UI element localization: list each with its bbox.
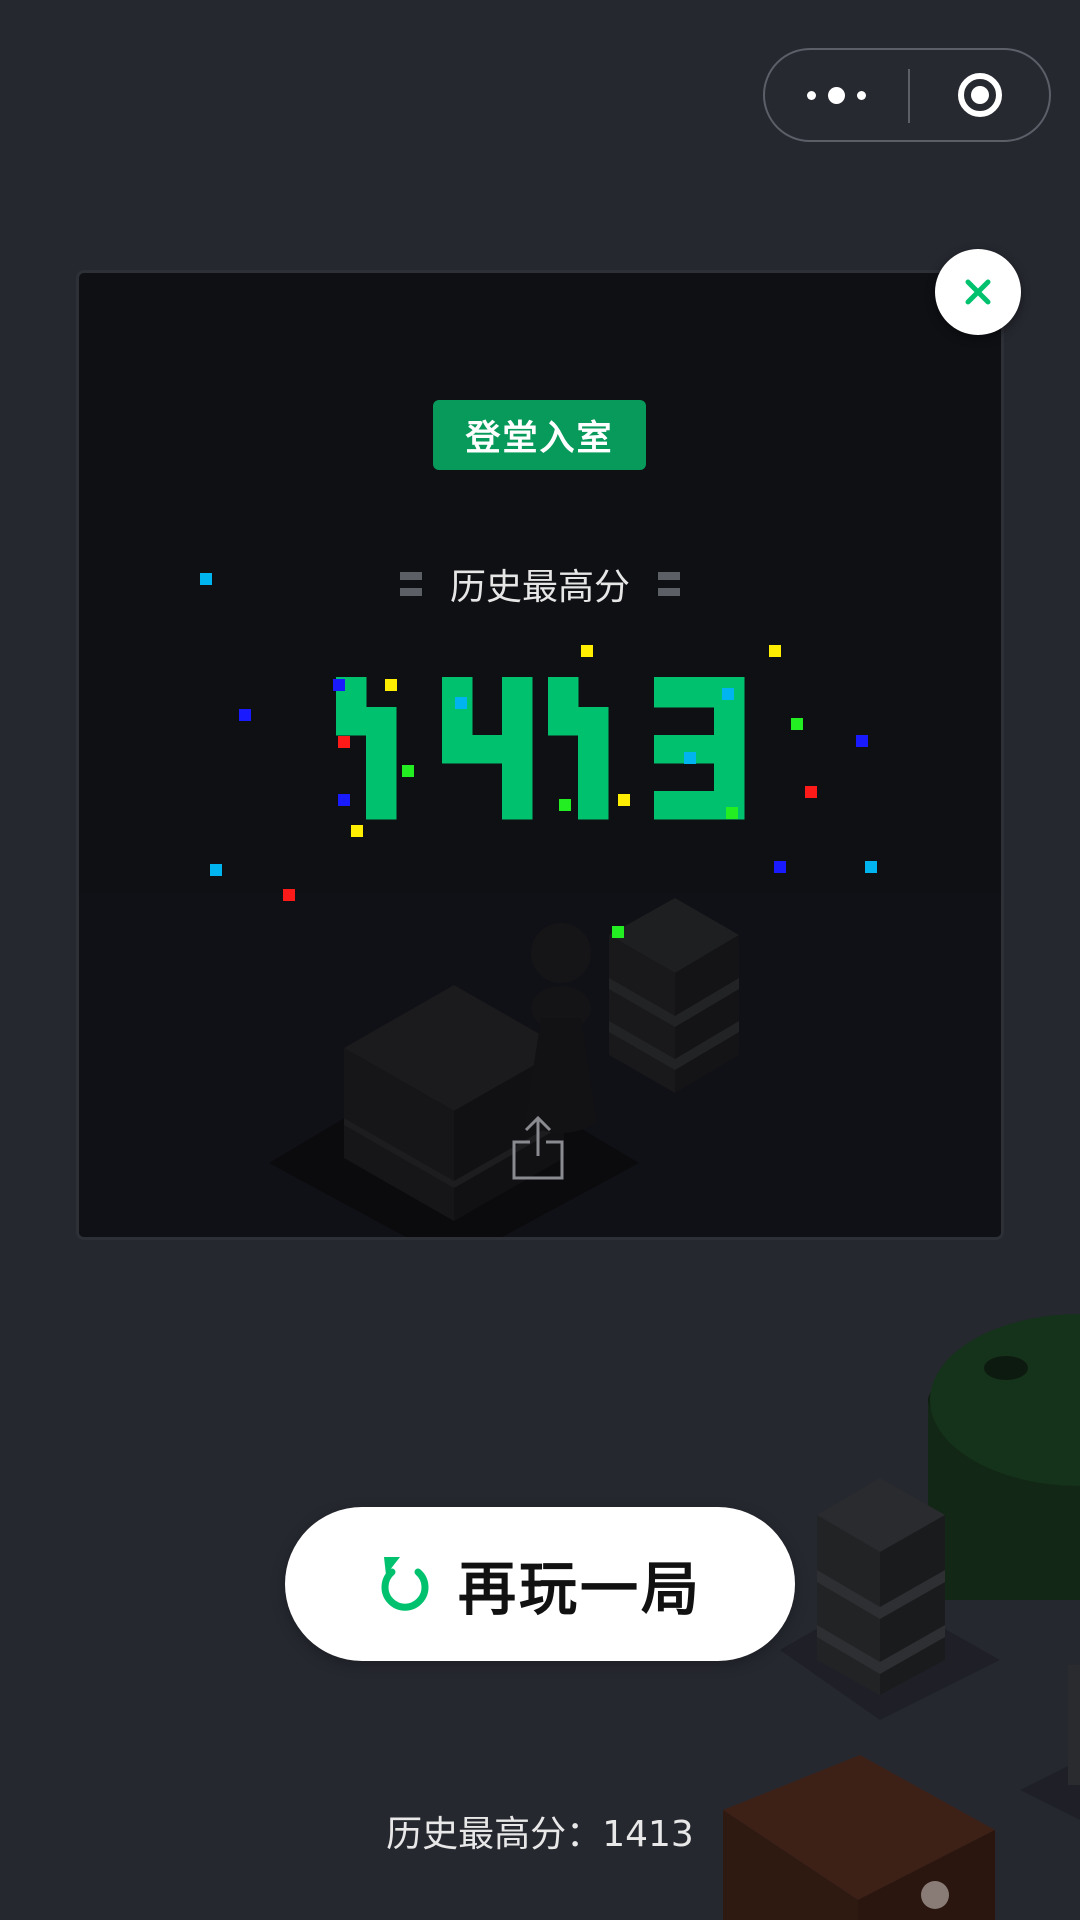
score-pixel [502,707,533,736]
footer-value: 1413 [602,1814,694,1855]
score-pixel [366,791,397,820]
confetti-square [559,799,571,811]
score-pixel [714,707,745,736]
score-pixel [548,677,579,708]
footer-label: 历史最高分： [386,1814,603,1855]
score-digit-1 [548,677,609,820]
share-button[interactable] [510,1112,566,1182]
confetti-square [722,688,734,700]
score-pixel [684,791,715,820]
score-pixel [502,735,533,764]
score-pixel [366,707,397,736]
confetti-square [581,645,593,657]
confetti-square [385,679,397,691]
confetti-square [791,718,803,730]
score-pixel [442,707,473,736]
score-pixel [714,763,745,792]
score-pixel [366,763,397,792]
confetti-square [210,864,222,876]
replay-arrow-icon [381,1557,429,1611]
confetti-square [338,736,350,748]
score-pixel [336,707,367,736]
score-pixel [502,763,533,792]
confetti-square [774,861,786,873]
score-pixel [472,735,503,764]
score-pixel [578,707,609,736]
score-pixel [578,791,609,820]
confetti-square [402,765,414,777]
score-pixel [654,677,685,708]
score-pixel [684,677,715,708]
confetti-square [865,861,877,873]
confetti-square [612,926,624,938]
score-pixel [654,735,685,764]
green-cylinder-block [928,1314,1080,1600]
confetti-square [805,786,817,798]
score-pixel [442,735,473,764]
confetti-square [684,752,696,764]
replay-label: 再玩一局 [457,1555,702,1623]
replay-button[interactable]: 再玩一局 [285,1507,795,1661]
score-pixel [502,791,533,820]
confetti-square [856,735,868,747]
confetti-square [333,679,345,691]
confetti-square [769,645,781,657]
confetti-square [618,794,630,806]
confetti-square [455,697,467,709]
score-pixel [502,677,533,708]
footer-highscore: 历史最高分：1413 [0,1805,1080,1865]
score-pixel [578,763,609,792]
score-pixel [366,735,397,764]
score-display [200,573,877,938]
share-upload-icon [512,1115,564,1180]
confetti-square [200,573,212,585]
confetti-square [283,889,295,901]
score-pixel [548,707,579,736]
confetti-square [351,825,363,837]
score-pixel [654,791,685,820]
score-pixel [714,735,745,764]
confetti-square [239,709,251,721]
confetti-square [338,794,350,806]
confetti-square [726,807,738,819]
score-pixel [578,735,609,764]
